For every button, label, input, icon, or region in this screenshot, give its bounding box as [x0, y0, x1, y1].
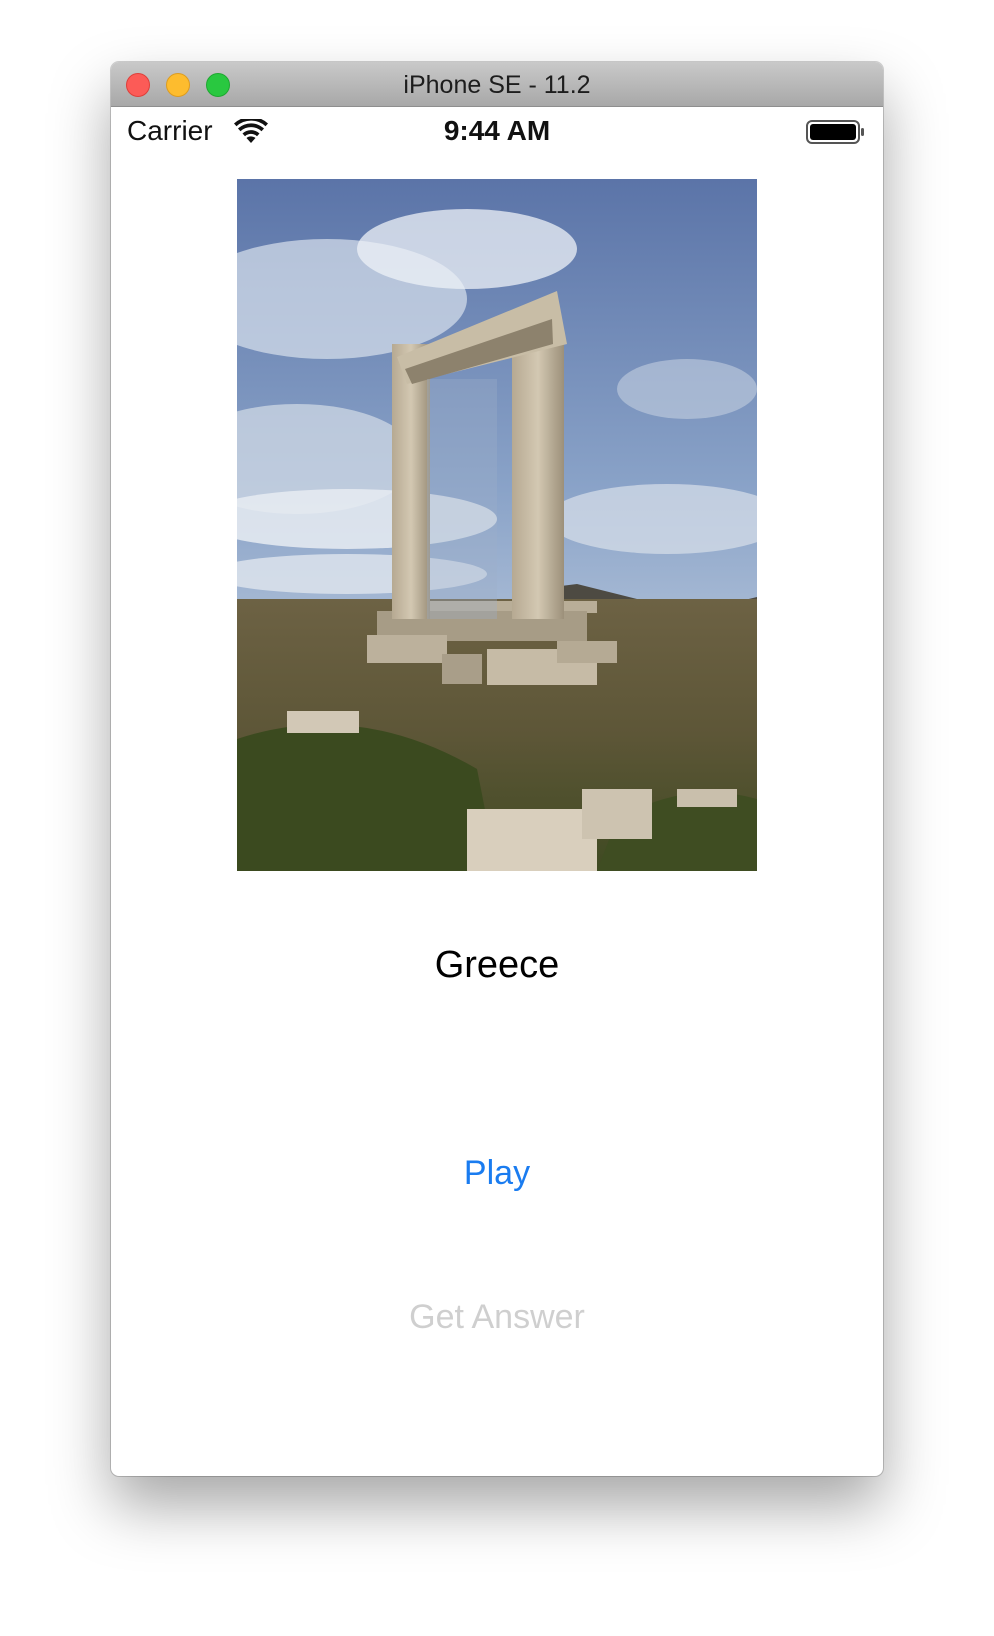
simulator-window: iPhone SE - 11.2 Carrier 9:44 AM Greece … [111, 62, 883, 1476]
get-answer-button[interactable]: Get Answer [111, 1298, 883, 1337]
play-button[interactable]: Play [111, 1154, 883, 1193]
battery-icon [806, 120, 864, 144]
landmark-photo [237, 179, 757, 871]
landmark-image [237, 179, 757, 871]
status-time: 9:44 AM [443, 115, 551, 146]
window-title: iPhone SE - 11.2 [403, 71, 591, 99]
title-bar[interactable]: iPhone SE - 11.2 [111, 62, 883, 107]
status-bar: Carrier 9:44 AM [111, 107, 883, 151]
country-label: Greece [434, 944, 560, 986]
